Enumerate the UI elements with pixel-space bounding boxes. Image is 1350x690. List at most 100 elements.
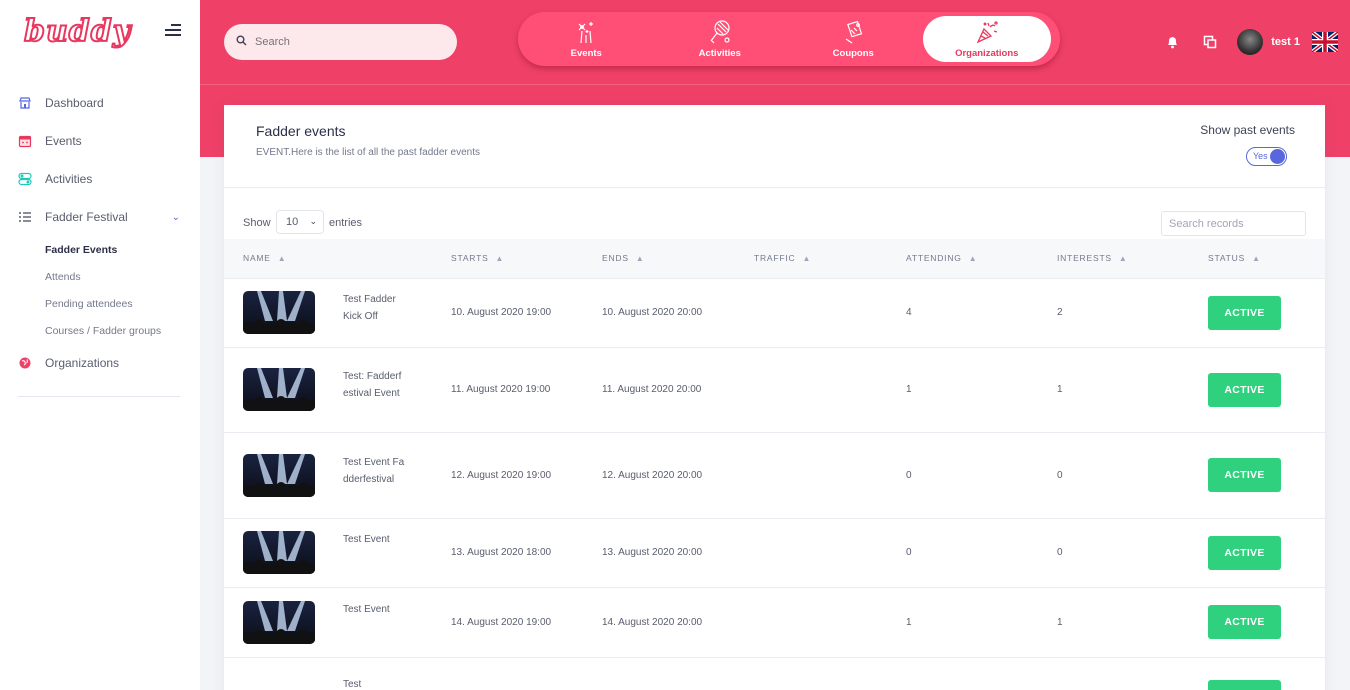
status-badge[interactable]: ACTIVE bbox=[1208, 605, 1281, 639]
event-name[interactable]: Test Event bbox=[343, 601, 405, 618]
sidebar-item-fadder-festival[interactable]: Fadder Festival ⌄ bbox=[18, 198, 188, 236]
show-label: Show bbox=[243, 217, 271, 229]
event-thumbnail[interactable] bbox=[243, 600, 315, 644]
cell-traffic bbox=[735, 518, 887, 588]
cell-name: Test Event bbox=[224, 518, 432, 588]
cell-attending: 4 bbox=[887, 278, 1038, 348]
cell-name: Test Event bbox=[224, 587, 432, 658]
sort-icon: ▲︎ bbox=[495, 254, 505, 264]
sidebar-subitem-courses[interactable]: Courses / Fadder groups bbox=[45, 317, 188, 344]
event-name[interactable]: Test Event bbox=[343, 531, 405, 548]
table-controls: Show 10 ⌄ entries Search records bbox=[224, 208, 1325, 238]
uk-flag-icon[interactable] bbox=[1310, 30, 1340, 54]
chevron-down-icon[interactable]: ⌄ bbox=[172, 212, 180, 223]
party-popper-icon bbox=[976, 21, 998, 44]
buddy-logo[interactable]: buddy bbox=[23, 13, 131, 50]
username[interactable]: test 1 bbox=[1271, 36, 1300, 48]
cell-traffic bbox=[735, 347, 887, 433]
event-name[interactable]: Test: Fadderfestival Event bbox=[343, 368, 405, 402]
event-thumbnail[interactable] bbox=[243, 291, 315, 334]
cell-starts: 13. August 2020 18:00 bbox=[432, 518, 583, 588]
tab-activities[interactable]: Activities bbox=[656, 16, 785, 62]
event-thumbnail[interactable] bbox=[243, 675, 315, 690]
coupon-icon bbox=[845, 20, 863, 44]
search-icon bbox=[236, 33, 247, 51]
cell-name: Test Fadder Kick Off bbox=[224, 278, 432, 348]
search-records-input[interactable]: Search records bbox=[1161, 211, 1306, 236]
card-header: Fadder events EVENT.Here is the list of … bbox=[224, 105, 1325, 188]
column-header-starts[interactable]: STARTS ▲︎ bbox=[432, 239, 583, 279]
events-table: NAME ▲︎ STARTS ▲︎ ENDS ▲︎ TRAFFIC ▲︎ ATTENDI… bbox=[224, 239, 1325, 690]
sidebar-item-organizations[interactable]: Organizations bbox=[18, 344, 188, 382]
avatar[interactable] bbox=[1237, 29, 1264, 55]
sidebar-subitem-pending-attendees[interactable]: Pending attendees bbox=[45, 290, 188, 317]
column-header-name[interactable]: NAME ▲︎ bbox=[224, 239, 432, 279]
fadder-events-card: Fadder events EVENT.Here is the list of … bbox=[224, 105, 1325, 690]
table-row[interactable]: Test: Fadderfestival Event 11. August 202… bbox=[224, 347, 1325, 433]
table-row[interactable]: Test Event Fadderfestival 12. August 2020… bbox=[224, 432, 1325, 519]
sidebar-item-events[interactable]: Events bbox=[18, 122, 188, 160]
status-badge[interactable]: ACTIVE bbox=[1208, 295, 1281, 330]
event-thumbnail[interactable] bbox=[243, 453, 315, 497]
event-name[interactable]: Test Fadder Kick Off bbox=[343, 291, 405, 325]
windows-icon[interactable] bbox=[1199, 31, 1221, 53]
tab-organizations[interactable]: Organizations bbox=[922, 16, 1051, 62]
event-name[interactable]: Test bbox=[343, 676, 405, 690]
column-header-ends[interactable]: ENDS ▲︎ bbox=[583, 239, 735, 279]
table-row[interactable]: Test Event 13. August 2020 18:00 13. Augus… bbox=[224, 518, 1325, 588]
sidebar-subitem-fadder-events[interactable]: Fadder Events bbox=[45, 236, 188, 263]
table-row[interactable]: Test Fadder Kick Off 10. August 2020 19:0… bbox=[224, 278, 1325, 348]
cell-attending: 1 bbox=[887, 587, 1038, 658]
sidebar: buddy Dashboard Events Activities Fadder… bbox=[0, 0, 200, 690]
column-header-traffic[interactable]: TRAFFIC ▲︎ bbox=[735, 239, 887, 279]
cell-name: Test Event Fadderfestival bbox=[224, 432, 432, 519]
status-badge[interactable]: ACTIVE bbox=[1208, 535, 1281, 570]
status-badge[interactable] bbox=[1208, 680, 1281, 690]
cell-status: ACTIVE bbox=[1189, 347, 1325, 433]
list-icon bbox=[18, 210, 32, 224]
cell-ends: 13. August 2020 20:00 bbox=[583, 518, 735, 588]
globe-icon bbox=[18, 356, 32, 370]
bell-icon[interactable] bbox=[1161, 31, 1183, 53]
cell-attending: 0 bbox=[887, 518, 1038, 588]
column-header-attending[interactable]: ATTENDING ▲︎ bbox=[887, 239, 1038, 279]
sidebar-item-dashboard[interactable]: Dashboard bbox=[18, 84, 188, 122]
column-header-status[interactable]: STATUS ▲︎ bbox=[1189, 239, 1325, 279]
sidebar-item-activities[interactable]: Activities bbox=[18, 160, 188, 198]
search-input[interactable] bbox=[255, 36, 435, 48]
cell-starts bbox=[432, 657, 583, 690]
cell-attending bbox=[887, 657, 1038, 690]
sidebar-item-label: Fadder Festival bbox=[45, 210, 128, 224]
cell-attending: 1 bbox=[887, 347, 1038, 433]
cell-attending: 0 bbox=[887, 432, 1038, 519]
cell-traffic bbox=[735, 278, 887, 348]
event-thumbnail[interactable] bbox=[243, 368, 315, 411]
event-thumbnail[interactable] bbox=[243, 531, 315, 574]
table-row[interactable]: Test bbox=[224, 657, 1325, 690]
status-badge[interactable]: ACTIVE bbox=[1208, 458, 1281, 492]
sort-icon: ▲︎ bbox=[802, 254, 812, 264]
cell-interests bbox=[1038, 657, 1189, 690]
column-header-interests[interactable]: INTERESTS ▲︎ bbox=[1038, 239, 1189, 279]
cell-status bbox=[1189, 657, 1325, 690]
cell-interests: 2 bbox=[1038, 278, 1189, 348]
page-title: Fadder events bbox=[256, 123, 346, 139]
hamburger-icon[interactable] bbox=[165, 24, 181, 39]
calendar-icon bbox=[18, 134, 32, 148]
tab-events[interactable]: Events bbox=[522, 16, 651, 62]
sidebar-subitem-attends[interactable]: Attends bbox=[45, 263, 188, 290]
page-length-select[interactable]: 10 ⌄ bbox=[276, 210, 324, 234]
search-box[interactable] bbox=[224, 24, 457, 60]
tab-coupons[interactable]: Coupons bbox=[789, 16, 918, 62]
sort-icon: ▲︎ bbox=[277, 254, 287, 264]
cell-traffic bbox=[735, 432, 887, 519]
cell-name: Test: Fadderfestival Event bbox=[224, 347, 432, 433]
cell-ends: 14. August 2020 20:00 bbox=[583, 587, 735, 658]
status-badge[interactable]: ACTIVE bbox=[1208, 372, 1281, 407]
cell-interests: 0 bbox=[1038, 432, 1189, 519]
cell-starts: 10. August 2020 19:00 bbox=[432, 278, 583, 348]
table-row[interactable]: Test Event 14. August 2020 19:00 14. Augus… bbox=[224, 587, 1325, 658]
event-name[interactable]: Test Event Fadderfestival bbox=[343, 454, 405, 488]
cell-interests: 1 bbox=[1038, 347, 1189, 433]
show-past-events-toggle[interactable]: Yes bbox=[1246, 147, 1287, 166]
